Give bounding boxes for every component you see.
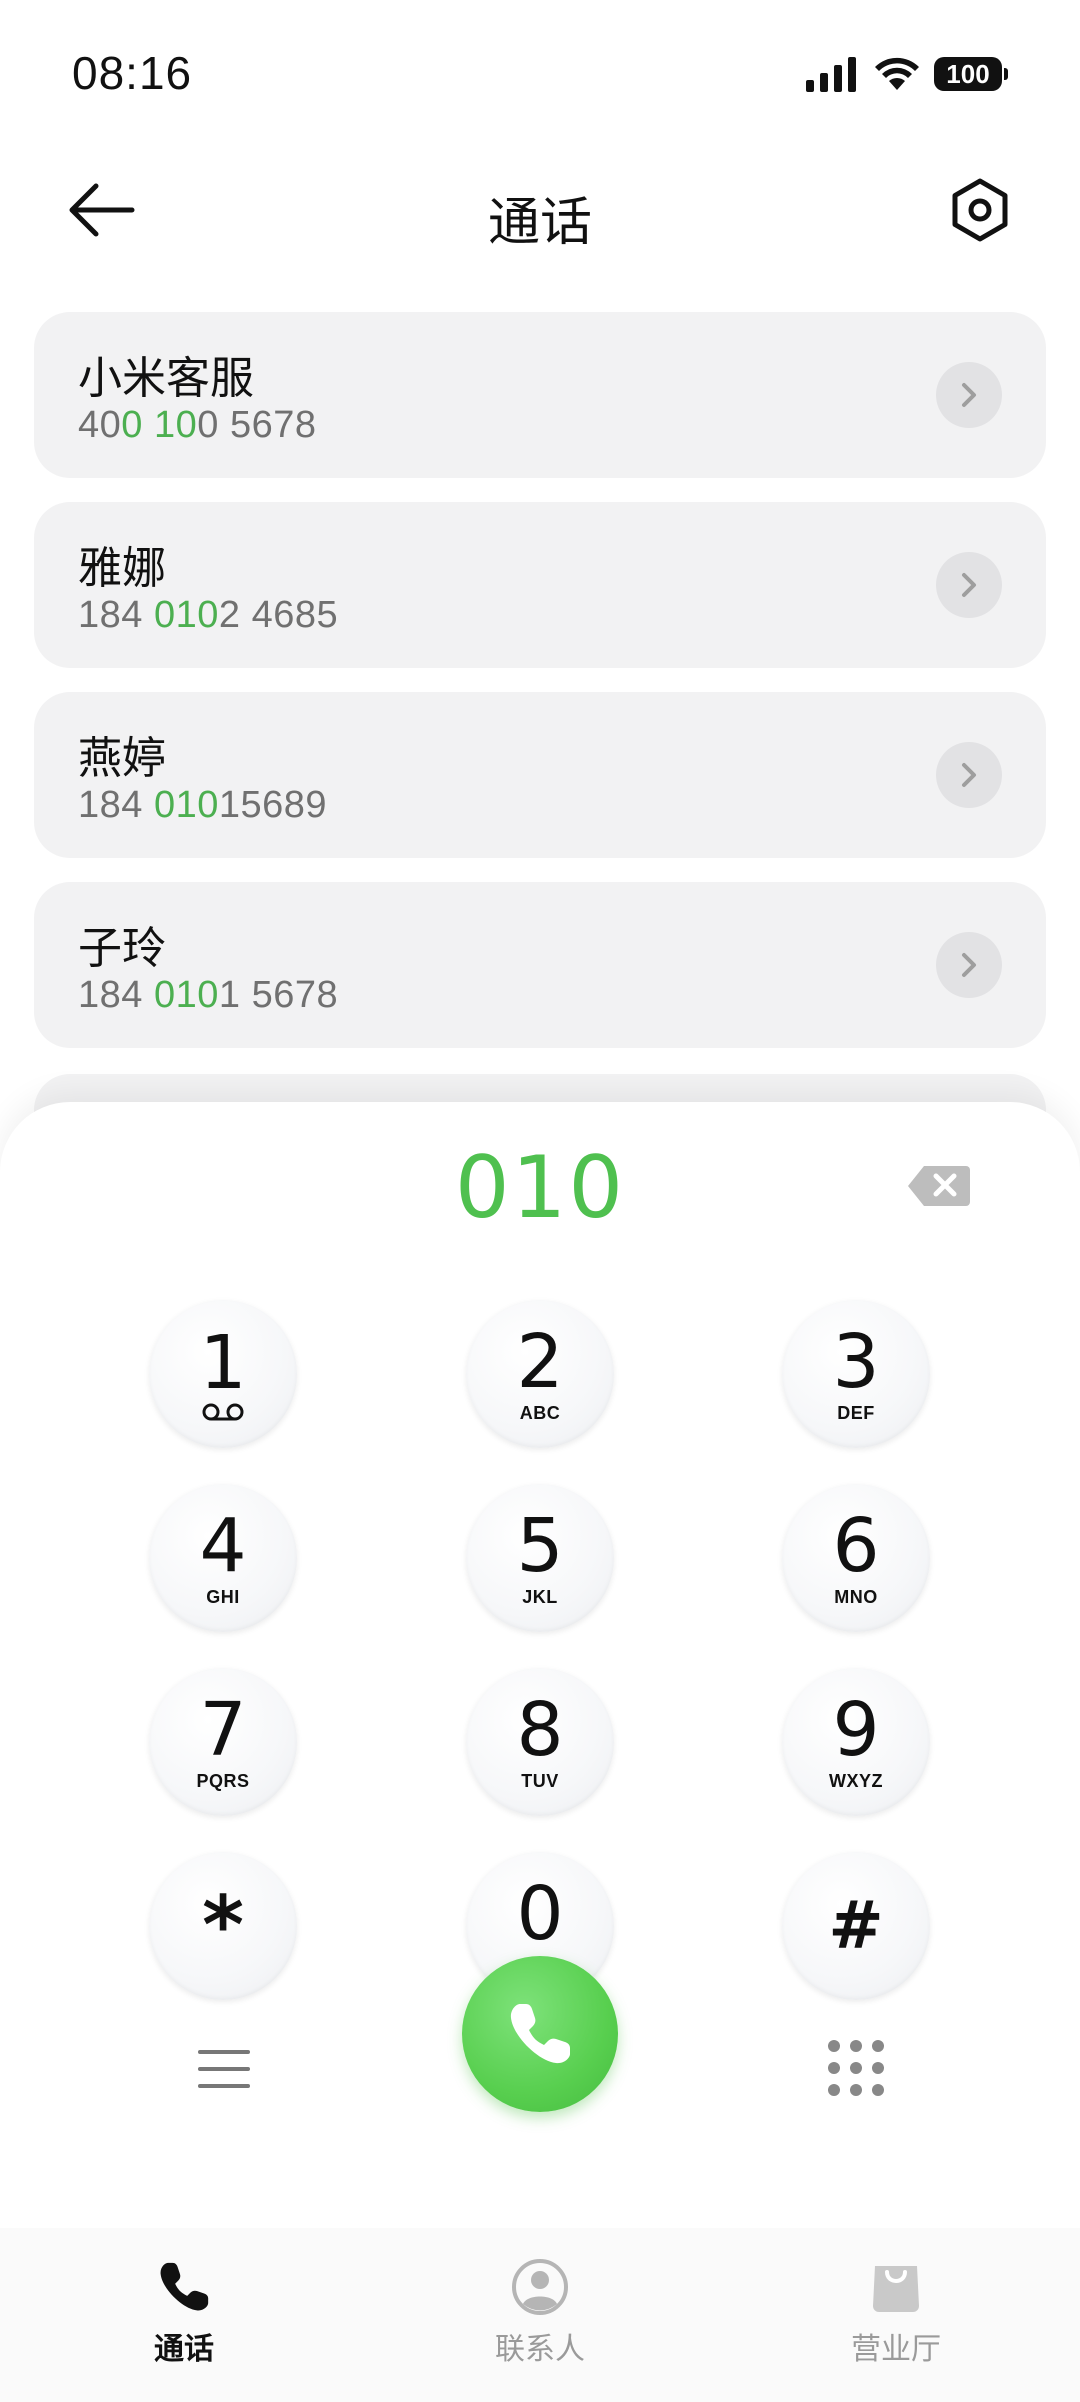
key-digit: 9 — [832, 1686, 880, 1773]
number-match-highlight: 010 — [153, 974, 219, 1016]
key-7[interactable]: 7 PQRS — [149, 1668, 297, 1816]
key-digit: 7 — [199, 1686, 247, 1773]
backspace-icon — [908, 1166, 970, 1206]
key-letters: MNO — [834, 1586, 878, 1607]
settings-hexagon-icon — [952, 178, 1008, 242]
key-letters: ABC — [519, 1402, 561, 1423]
nav-label: 营业厅 — [851, 2333, 941, 2366]
key-digit: 0 — [516, 1870, 564, 1957]
number-segment: 184 — [78, 974, 154, 1016]
contact-card[interactable]: 子玲 184 0101 5678 — [34, 882, 1046, 1048]
number-segment: 184 — [78, 594, 154, 636]
bottom-nav: 通话 联系人 营业厅 — [0, 2228, 1080, 2402]
number-match-highlight: 010 — [153, 784, 219, 826]
key-digit: 6 — [832, 1502, 880, 1589]
contact-card[interactable]: 燕婷 184 01015689 — [34, 692, 1046, 858]
contact-name: 燕婷 — [78, 734, 166, 783]
key-hash[interactable]: # — [782, 1852, 930, 2000]
number-match-highlight: 10 — [153, 404, 198, 446]
chevron-right-icon — [962, 763, 976, 787]
contact-detail-button[interactable] — [936, 362, 1002, 428]
dialer-panel: 010 1 2 ABC 3 DEF 4 GHI 5 JKL 6 MNO 7 PQ… — [0, 1102, 1080, 2402]
key-digit: 8 — [516, 1686, 564, 1773]
battery-level: 100 — [946, 58, 990, 89]
contact-detail-button[interactable] — [936, 552, 1002, 618]
key-6[interactable]: 6 MNO — [782, 1484, 930, 1632]
key-digit: 2 — [516, 1318, 564, 1405]
nav-label: 通话 — [154, 2333, 214, 2366]
key-8[interactable]: 8 TUV — [466, 1668, 614, 1816]
contacts-person-icon — [512, 2259, 568, 2315]
settings-button[interactable] — [946, 176, 1014, 244]
menu-icon — [198, 2050, 250, 2088]
key-5[interactable]: 5 JKL — [466, 1484, 614, 1632]
backspace-button[interactable] — [906, 1164, 972, 1208]
key-letters: PQRS — [196, 1770, 250, 1791]
dialpad-toggle-button[interactable] — [826, 2038, 886, 2098]
contact-number: 184 0102 4685 — [78, 594, 338, 637]
key-2[interactable]: 2 ABC — [466, 1300, 614, 1448]
signal-icon — [806, 57, 856, 92]
key-letters: TUV — [521, 1770, 559, 1791]
phone-icon — [160, 2262, 209, 2311]
status-icons: 100 — [804, 56, 1008, 92]
dialpad-grid-icon — [828, 2040, 884, 2096]
contact-list: 小米客服 400 100 5678 雅娜 184 0102 4685 燕婷 18… — [34, 312, 1046, 1072]
number-segment: 15689 — [218, 784, 328, 826]
battery-icon: 100 — [934, 57, 1008, 91]
wifi-icon — [875, 57, 919, 90]
key-digit: 5 — [516, 1502, 564, 1589]
key-4[interactable]: 4 GHI — [149, 1484, 297, 1632]
number-segment: 40 — [78, 404, 122, 446]
key-digit: 4 — [199, 1502, 247, 1589]
number-segment: 2 4685 — [218, 594, 339, 636]
menu-button[interactable] — [196, 2046, 252, 2092]
contact-number: 184 01015689 — [78, 784, 327, 827]
key-letters: WXYZ — [829, 1770, 883, 1791]
key-9[interactable]: 9 WXYZ — [782, 1668, 930, 1816]
key-star[interactable]: * — [149, 1852, 297, 2000]
number-segment — [143, 404, 154, 446]
nav-tab-store[interactable]: 营业厅 — [796, 2258, 996, 2368]
key-letters: GHI — [206, 1586, 240, 1607]
status-bar: 08:16 100 — [0, 0, 1080, 150]
header: 通话 — [0, 150, 1080, 270]
shopping-bag-icon — [873, 2266, 919, 2312]
voicemail-icon — [202, 1403, 244, 1421]
contact-name: 雅娜 — [78, 544, 166, 593]
key-digit: 3 — [832, 1318, 880, 1405]
nav-label: 联系人 — [495, 2333, 585, 2366]
phone-icon — [510, 2004, 570, 2064]
contact-name: 子玲 — [78, 924, 166, 973]
chevron-right-icon — [962, 383, 976, 407]
contact-number: 400 100 5678 — [78, 404, 317, 447]
contact-card[interactable]: 小米客服 400 100 5678 — [34, 312, 1046, 478]
number-segment: 1 5678 — [218, 974, 339, 1016]
chevron-right-icon — [962, 953, 976, 977]
key-letters: DEF — [837, 1402, 875, 1423]
status-time: 08:16 — [72, 47, 193, 99]
key-letters: JKL — [522, 1586, 558, 1607]
page-title: 通话 — [487, 194, 592, 252]
call-button[interactable] — [462, 1956, 618, 2112]
contact-name: 小米客服 — [78, 354, 254, 403]
number-match-highlight: 010 — [153, 594, 219, 636]
number-segment: 184 — [78, 784, 154, 826]
key-3[interactable]: 3 DEF — [782, 1300, 930, 1448]
contact-detail-button[interactable] — [936, 932, 1002, 998]
contact-number: 184 0101 5678 — [78, 974, 338, 1017]
chevron-right-icon — [962, 573, 976, 597]
nav-tab-calls[interactable]: 通话 — [84, 2258, 284, 2368]
key-digit: 1 — [199, 1320, 247, 1406]
nav-tab-contacts[interactable]: 联系人 — [440, 2258, 640, 2368]
contact-card[interactable]: 雅娜 184 0102 4685 — [34, 502, 1046, 668]
key-digit: # — [828, 1887, 884, 1964]
key-digit: * — [202, 1879, 244, 1972]
number-segment: 0 5678 — [197, 404, 317, 446]
number-match-highlight: 0 — [121, 404, 143, 446]
contact-detail-button[interactable] — [936, 742, 1002, 808]
key-1[interactable]: 1 — [149, 1300, 297, 1448]
